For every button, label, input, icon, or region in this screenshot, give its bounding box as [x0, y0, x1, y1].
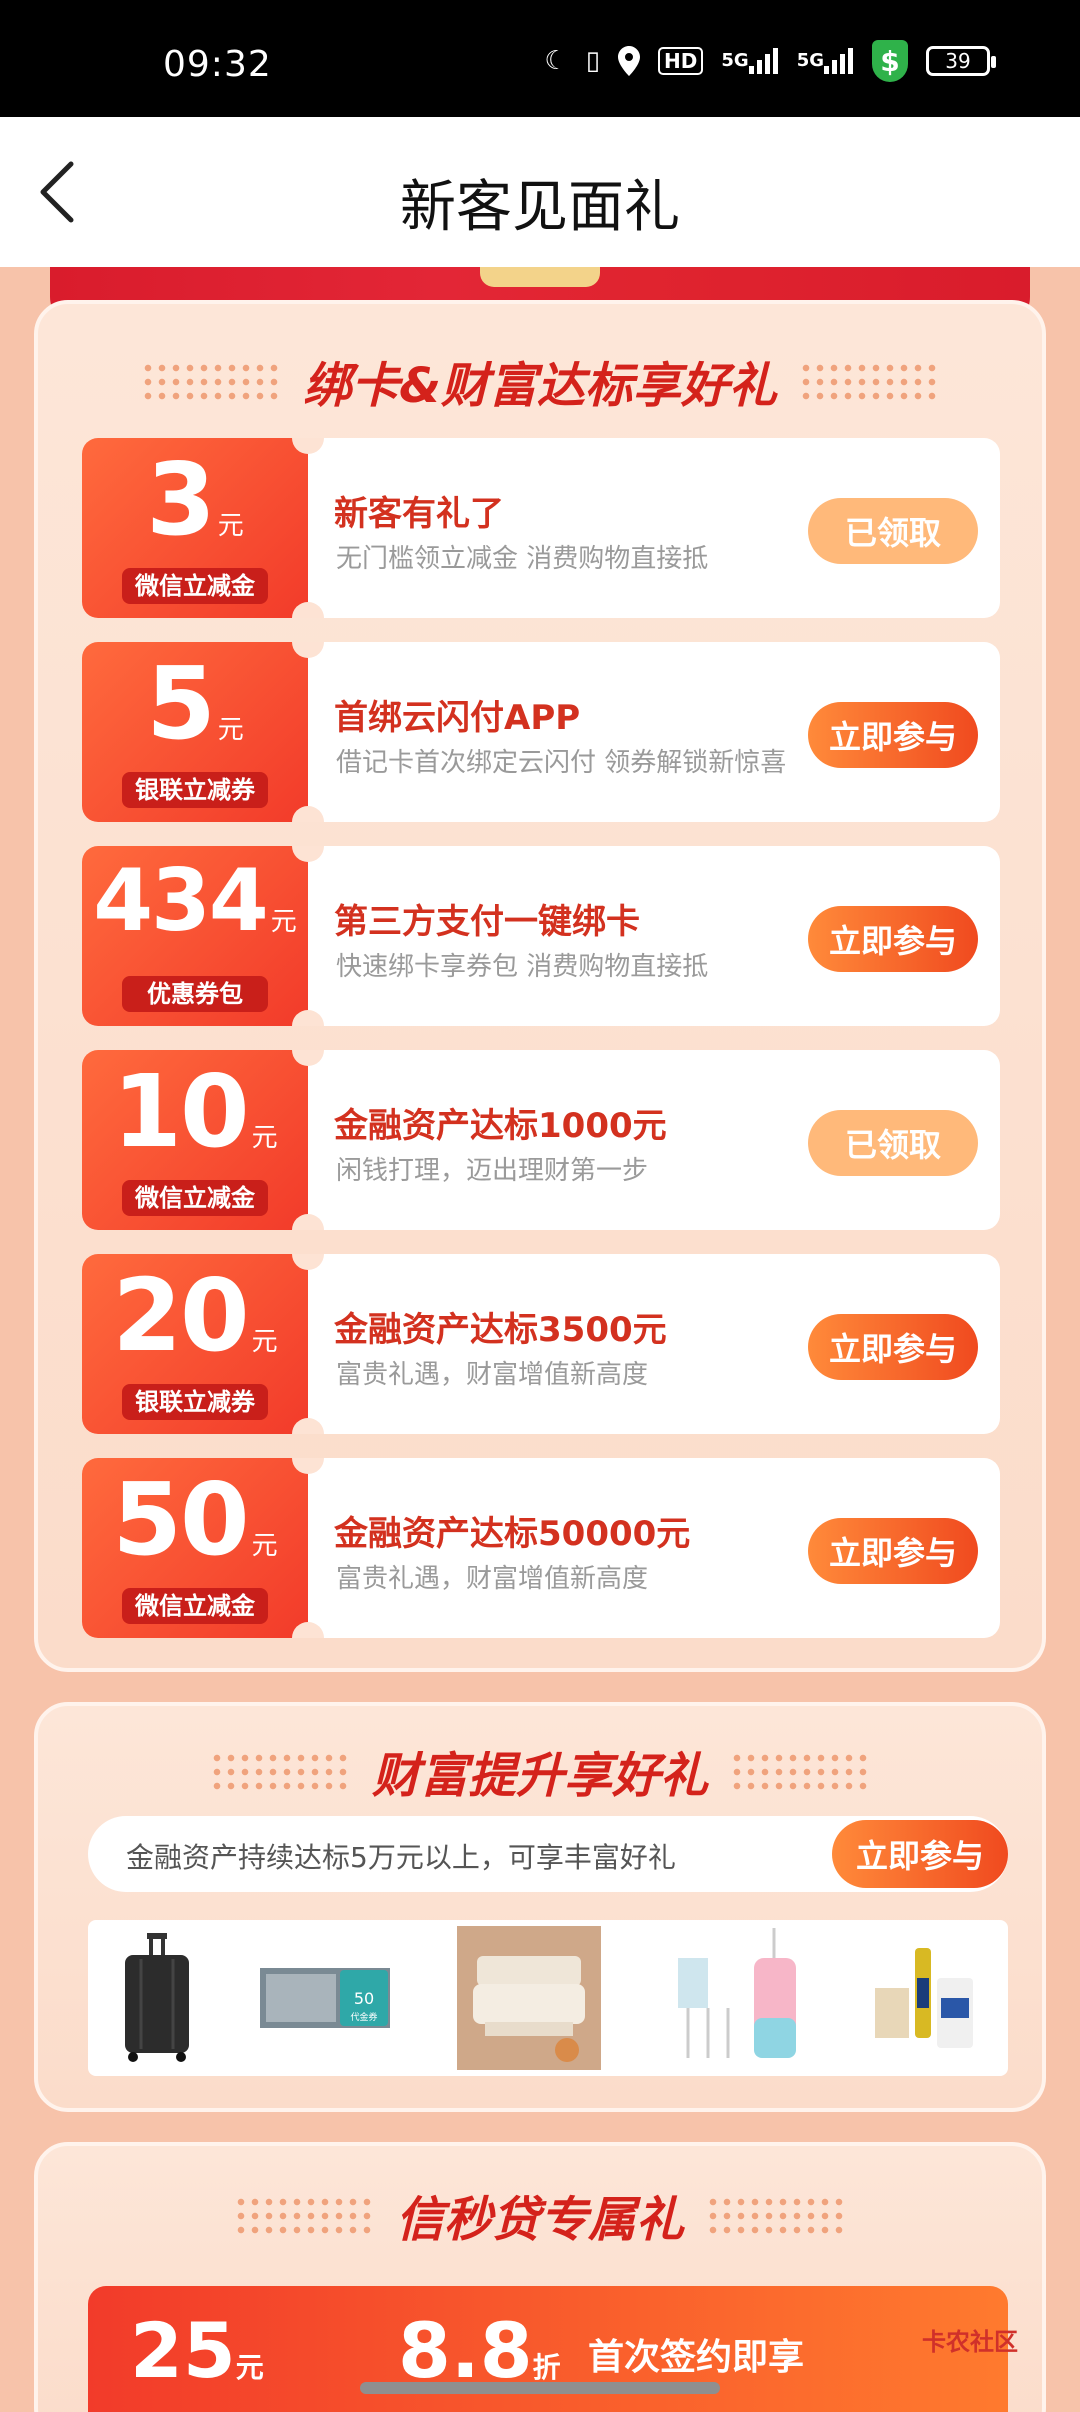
- reward-type-tag: 微信立减金: [122, 568, 268, 604]
- reward-title: 新客有礼了: [334, 494, 504, 534]
- reward-type-tag: 银联立减券: [122, 1384, 268, 1420]
- reward-value-panel: 20 元 银联立减券: [82, 1254, 324, 1434]
- claimed-button[interactable]: 已领取: [808, 498, 978, 564]
- reward-title: 第三方支付一键绑卡: [334, 902, 640, 942]
- promo-discount-unit: 折: [532, 2351, 561, 2384]
- food-steamer-image[interactable]: [456, 1926, 601, 2070]
- signal-1-icon: 5G: [721, 48, 778, 74]
- hd-icon: HD: [658, 47, 704, 75]
- reward-card[interactable]: 10 元 微信立减金 金融资产达标1000元 闲钱打理，迈出理财第一步 已领取: [82, 1050, 1000, 1230]
- page-title: 新客见面礼: [400, 175, 680, 240]
- reward-card[interactable]: 3元 微信立减金 新客有礼了 无门槛领立减金 消费购物直接抵 已领取: [82, 438, 1000, 618]
- voucher-value: 50: [354, 1989, 374, 2008]
- reward-unit: 元: [217, 511, 244, 541]
- join-button[interactable]: 立即参与: [808, 1314, 978, 1380]
- reward-amount: 50: [112, 1461, 249, 1578]
- reward-value-panel: 10 元 微信立减金: [82, 1050, 324, 1230]
- section-title: 绑卡&财富达标享好礼: [303, 358, 777, 414]
- dots-decoration-right: [706, 2195, 846, 2235]
- reward-value-panel: 434 元 优惠券包: [82, 846, 324, 1026]
- section-title: 信秒贷专属礼: [395, 2192, 684, 2248]
- dots-decoration-right: [798, 361, 939, 401]
- battery-icon: 39: [926, 46, 996, 76]
- promo-amount-unit: 元: [235, 2351, 264, 2384]
- reward-unit: 元: [217, 715, 244, 745]
- nav-bar: 新客见面礼: [0, 117, 1080, 267]
- water-flosser-image[interactable]: [668, 1928, 808, 2068]
- reward-unit: 元: [251, 1123, 278, 1153]
- dots-decoration-left: [141, 361, 282, 401]
- dots-decoration-left: [233, 2195, 374, 2235]
- wealth-info-text: 金融资产持续达标5万元以上，可享丰富好礼: [126, 1841, 676, 1874]
- reward-amount: 20: [112, 1257, 249, 1374]
- reward-title: 金融资产达标50000元: [334, 1514, 691, 1554]
- gift-products-strip: 50 代金券: [88, 1920, 1008, 2076]
- reward-amount: 10: [112, 1053, 249, 1170]
- claimed-button[interactable]: 已领取: [808, 1110, 978, 1176]
- status-icons: ☾ ▯ HD 5G 5G $ 39: [544, 40, 996, 82]
- join-button[interactable]: 立即参与: [808, 1518, 978, 1584]
- reward-description: 无门槛领立减金 消费购物直接抵: [336, 544, 709, 574]
- section-title-row: 财富提升享好礼: [38, 1736, 1042, 1806]
- status-time: 09:32: [163, 44, 272, 85]
- reward-card[interactable]: 5元 银联立减券 首绑云闪付APP 借记卡首次绑定云闪付 领券解锁新惊喜 立即参…: [82, 642, 1000, 822]
- wealth-info-row: 金融资产持续达标5万元以上，可享丰富好礼 立即参与: [88, 1816, 1008, 1892]
- join-button[interactable]: 立即参与: [832, 1820, 1008, 1888]
- reward-card[interactable]: 20 元 银联立减券 金融资产达标3500元 富贵礼遇，财富增值新高度 立即参与: [82, 1254, 1000, 1434]
- reward-type-tag: 优惠券包: [122, 976, 268, 1012]
- credit-loan-section: 信秒贷专属礼 25元 8.8折 首次签约即享: [34, 2142, 1046, 2412]
- section-title-row: 信秒贷专属礼: [38, 2180, 1042, 2250]
- reward-title: 金融资产达标3500元: [334, 1310, 667, 1350]
- reward-description: 富贵礼遇，财富增值新高度: [336, 1360, 649, 1390]
- reward-title: 首绑云闪付APP: [334, 698, 581, 738]
- reward-description: 闲钱打理，迈出理财第一步: [336, 1156, 649, 1186]
- hero-badge: [480, 267, 600, 287]
- promo-text: 首次签约即享: [588, 2337, 805, 2378]
- join-button[interactable]: 立即参与: [808, 702, 978, 768]
- voucher-label: 代金券: [351, 2011, 378, 2023]
- reward-card[interactable]: 50 元 微信立减金 金融资产达标50000元 富贵礼遇，财富增值新高度 立即参与: [82, 1458, 1000, 1638]
- network-type-2: 5G: [796, 50, 824, 71]
- bind-card-section: 绑卡&财富达标享好礼 3元 微信立减金 新客有礼了 无门槛领立减金 消费购物直接…: [34, 300, 1046, 1672]
- community-watermark: 卡农社区: [922, 2328, 1018, 2356]
- reward-amount: 434: [93, 851, 269, 951]
- location-icon: [618, 46, 641, 76]
- reward-type-tag: 微信立减金: [122, 1180, 268, 1216]
- status-bar: 09:32 ☾ ▯ HD 5G 5G $ 39: [0, 0, 1080, 117]
- reward-unit: 元: [251, 1327, 278, 1357]
- home-indicator[interactable]: [360, 2382, 720, 2394]
- reward-amount: 3: [146, 441, 216, 558]
- gift-voucher-image[interactable]: 50 代金券: [260, 1928, 391, 2068]
- promo-amount-value: 25: [130, 2306, 236, 2395]
- signal-2-icon: 5G: [797, 48, 854, 74]
- section-title-row: 绑卡&财富达标享好礼: [38, 346, 1042, 416]
- reward-title: 金融资产达标1000元: [334, 1106, 667, 1146]
- reward-amount: 5: [146, 645, 216, 762]
- suitcase-product-image[interactable]: [121, 1928, 193, 2068]
- section-title: 财富提升享好礼: [371, 1748, 708, 1804]
- reward-description: 快速绑卡享券包 消费购物直接抵: [336, 952, 709, 982]
- reward-type-tag: 银联立减券: [122, 772, 268, 808]
- grocery-gift-pack-image[interactable]: [874, 1928, 975, 2068]
- reward-description: 借记卡首次绑定云闪付 领券解锁新惊喜: [336, 748, 787, 778]
- reward-card[interactable]: 434 元 优惠券包 第三方支付一键绑卡 快速绑卡享券包 消费购物直接抵 立即参与: [82, 846, 1000, 1026]
- dots-decoration-right: [730, 1751, 870, 1791]
- security-shield-icon: $: [872, 40, 908, 82]
- network-type-1: 5G: [721, 50, 749, 71]
- reward-value-panel: 5元 银联立减券: [82, 642, 324, 822]
- dots-decoration-left: [209, 1751, 350, 1791]
- reward-value-panel: 3元 微信立减金: [82, 438, 324, 618]
- reward-unit: 元: [270, 907, 297, 937]
- reward-type-tag: 微信立减金: [122, 1588, 268, 1624]
- moon-icon: ☾: [544, 46, 568, 76]
- promo-amount: 25元: [130, 2306, 264, 2395]
- wealth-upgrade-section: 财富提升享好礼 金融资产持续达标5万元以上，可享丰富好礼 立即参与 50 代金券: [34, 1702, 1046, 2112]
- vibrate-icon: ▯: [585, 46, 601, 76]
- join-button[interactable]: 立即参与: [808, 906, 978, 972]
- reward-value-panel: 50 元 微信立减金: [82, 1458, 324, 1638]
- reward-unit: 元: [251, 1531, 278, 1561]
- reward-description: 富贵礼遇，财富增值新高度: [336, 1564, 649, 1594]
